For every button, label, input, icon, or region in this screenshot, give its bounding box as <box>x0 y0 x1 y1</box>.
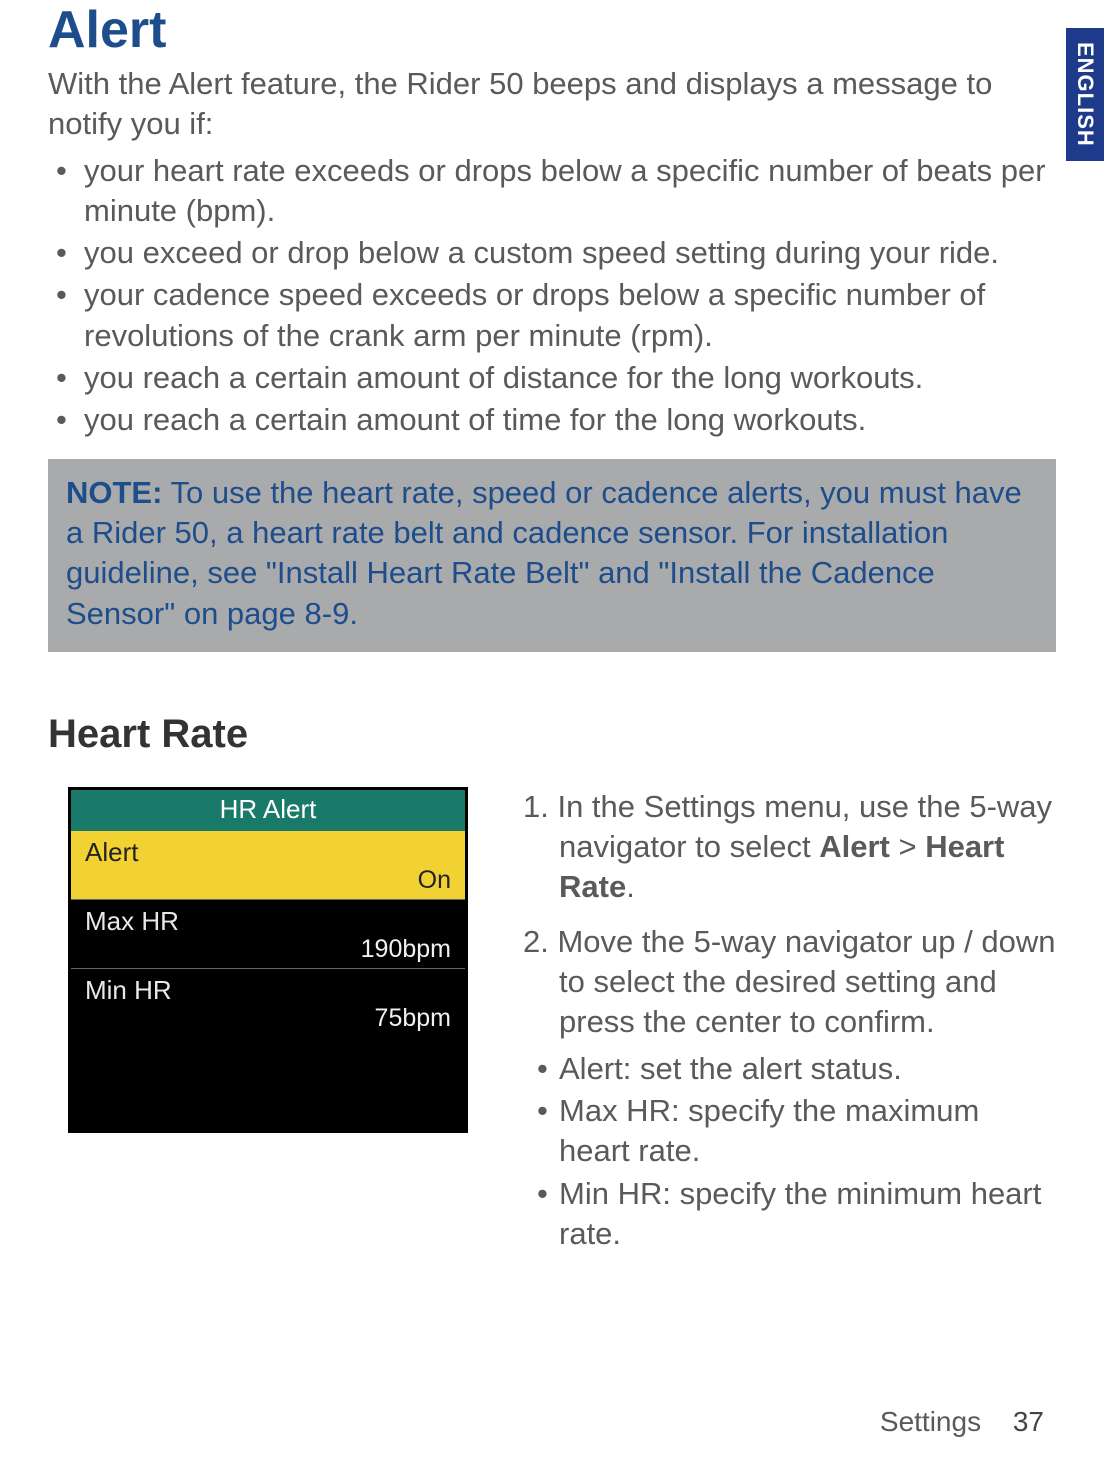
row-label: Max HR <box>85 906 451 937</box>
page-footer: Settings 37 <box>880 1406 1044 1438</box>
page-number: 37 <box>1013 1406 1044 1437</box>
row-label: Alert <box>85 837 451 868</box>
device-screenshot: HR Alert Alert On Max HR 190bpm Min HR 7… <box>68 787 468 1133</box>
bullet-item: you reach a certain amount of distance f… <box>84 358 1056 398</box>
page-title: Alert <box>48 0 1056 60</box>
bullet-item: your heart rate exceeds or drops below a… <box>84 151 1056 232</box>
step-1: 1. In the Settings menu, use the 5-way n… <box>523 787 1056 908</box>
sub-bullet-list: Alert: set the alert status. Max HR: spe… <box>523 1049 1056 1254</box>
screen-row-minhr: Min HR 75bpm <box>71 969 465 1039</box>
section-heading: Heart Rate <box>48 712 1056 757</box>
row-label: Min HR <box>85 975 451 1006</box>
row-value: 190bpm <box>85 935 451 964</box>
step-text: 2. Move the 5-way navigator up / down to… <box>523 922 1056 1043</box>
intro-text: With the Alert feature, the Rider 50 bee… <box>48 64 1056 145</box>
screen-row-maxhr: Max HR 190bpm <box>71 900 465 969</box>
row-value: On <box>85 866 451 895</box>
note-label: NOTE: <box>66 475 162 510</box>
note-box: NOTE: To use the heart rate, speed or ca… <box>48 459 1056 652</box>
sub-bullet: Alert: set the alert status. <box>559 1049 1056 1089</box>
sub-bullet: Max HR: specify the maximum heart rate. <box>559 1091 1056 1172</box>
bullet-item: you reach a certain amount of time for t… <box>84 400 1056 440</box>
row-value: 75bpm <box>85 1004 451 1033</box>
note-text: To use the heart rate, speed or cadence … <box>66 475 1022 631</box>
footer-section: Settings <box>880 1406 981 1437</box>
step-text: . <box>626 869 635 904</box>
step-2: 2. Move the 5-way navigator up / down to… <box>523 922 1056 1254</box>
screen-title: HR Alert <box>71 790 465 831</box>
bullet-item: you exceed or drop below a custom speed … <box>84 233 1056 273</box>
step-text: > <box>890 829 925 864</box>
instruction-steps: 1. In the Settings menu, use the 5-way n… <box>523 787 1056 1268</box>
menu-path-alert: Alert <box>819 829 890 864</box>
screen-row-alert: Alert On <box>71 831 465 900</box>
sub-bullet: Min HR: specify the minimum heart rate. <box>559 1174 1056 1255</box>
feature-bullet-list: your heart rate exceeds or drops below a… <box>48 151 1056 441</box>
language-tab: ENGLISH <box>1066 28 1104 161</box>
bullet-item: your cadence speed exceeds or drops belo… <box>84 275 1056 356</box>
